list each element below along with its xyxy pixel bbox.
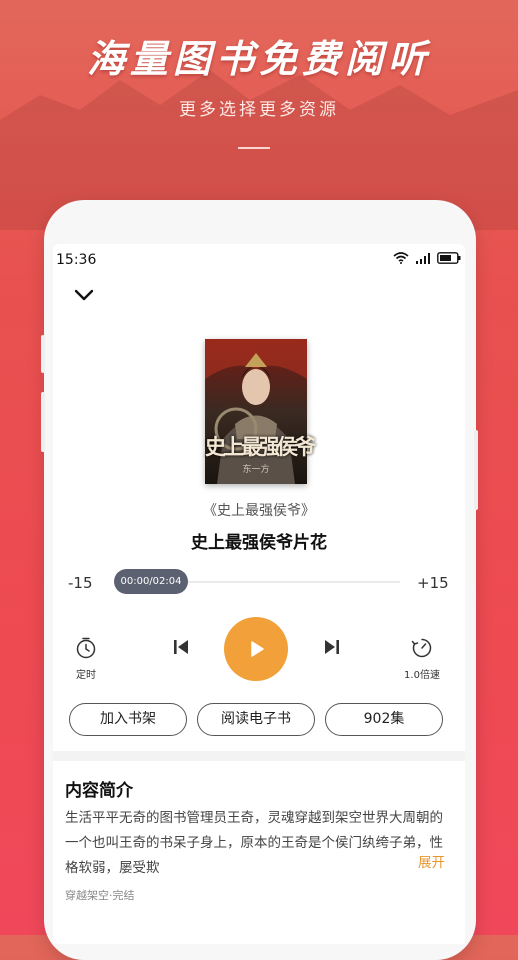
episode-title: 史上最强侯爷片花 xyxy=(191,533,327,553)
book-cover[interactable]: 史上最强侯爷 东一方 xyxy=(205,339,316,484)
play-button[interactable] xyxy=(224,617,288,681)
expand-button[interactable]: 展开 xyxy=(418,851,445,871)
phone-side-button xyxy=(41,392,45,452)
hero-title: 海量图书免费阅听 xyxy=(86,37,431,81)
skip-forward-15-button[interactable]: +15 xyxy=(417,574,449,592)
intro-text: 生活平平无奇的图书管理员王奇，灵魂穿越到架空世界大周朝的一个也叫王奇的书呆子身上… xyxy=(65,810,443,876)
play-icon xyxy=(251,641,264,657)
skip-back-15-button[interactable]: -15 xyxy=(68,574,93,592)
timer-button[interactable]: 定时 xyxy=(68,636,104,681)
speed-label: 1.0倍速 xyxy=(404,670,440,681)
battery-icon xyxy=(437,252,461,264)
previous-button[interactable] xyxy=(168,636,194,662)
chevron-down-icon xyxy=(74,289,94,301)
status-time: 15:36 xyxy=(56,252,97,268)
hero-subtitle: 更多选择更多资源 xyxy=(179,100,339,120)
cover-title: 史上最强侯爷 xyxy=(205,434,316,459)
episodes-button[interactable]: 902集 xyxy=(325,703,443,736)
timer-label: 定时 xyxy=(76,670,96,681)
timer-icon xyxy=(76,637,96,659)
phone-side-button xyxy=(41,335,45,373)
book-tags: 穿越架空·完结 xyxy=(65,889,135,902)
next-button[interactable] xyxy=(319,636,345,662)
speed-button[interactable]: 1.0倍速 xyxy=(399,636,445,681)
collapse-button[interactable] xyxy=(71,284,97,306)
status-bar: 15:36 xyxy=(53,244,465,278)
next-icon xyxy=(325,640,339,654)
section-divider xyxy=(53,751,465,761)
previous-icon xyxy=(174,640,188,654)
phone-side-button xyxy=(474,430,478,510)
wifi-icon xyxy=(393,252,409,264)
cover-author: 东一方 xyxy=(242,465,270,475)
signal-icon xyxy=(416,253,430,264)
progress-thumb[interactable]: 00:00/02:04 xyxy=(114,569,188,594)
hero-divider xyxy=(238,147,270,149)
player-screen: 15:36 史上最强侯爷 东一方 《史上最强侯爷》 史上最强侯爷片花 -15 0… xyxy=(53,244,465,944)
read-ebook-button[interactable]: 阅读电子书 xyxy=(197,703,315,736)
book-title: 《史上最强侯爷》 xyxy=(203,503,315,519)
speed-icon xyxy=(411,638,432,658)
add-to-shelf-button[interactable]: 加入书架 xyxy=(69,703,187,736)
intro-heading: 内容简介 xyxy=(65,781,133,801)
